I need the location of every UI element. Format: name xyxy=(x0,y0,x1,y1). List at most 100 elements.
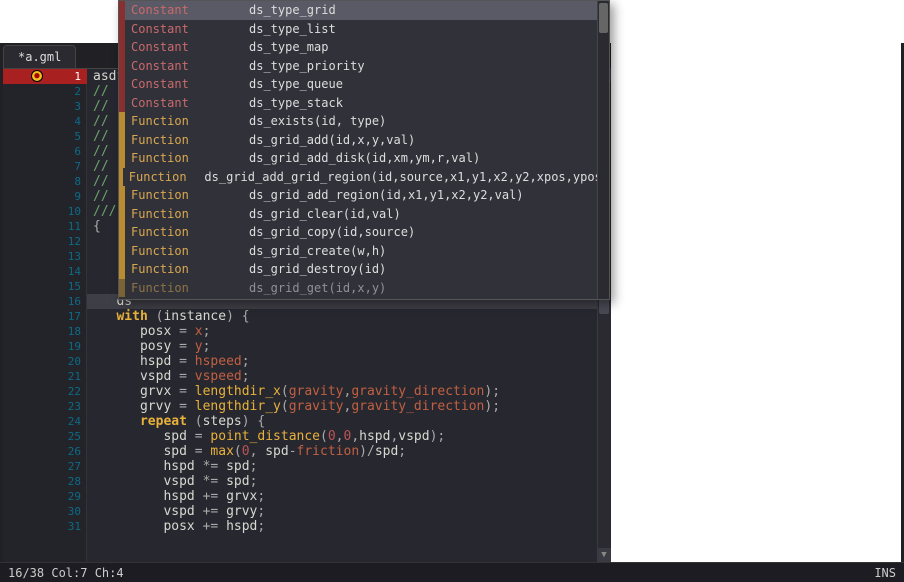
line-number[interactable]: 17 xyxy=(3,309,87,324)
line-number[interactable]: 25 xyxy=(3,429,87,444)
line-number[interactable]: 10 xyxy=(3,204,87,219)
autocomplete-item[interactable]: Functionds_grid_copy(id,source) xyxy=(119,223,609,242)
autocomplete-item[interactable]: Constantds_type_stack xyxy=(119,94,609,113)
line-number[interactable]: 16 xyxy=(3,294,87,309)
code-line[interactable]: 30 vspd += grvy; xyxy=(3,504,611,519)
line-number[interactable]: 13 xyxy=(3,249,87,264)
code-content[interactable] xyxy=(87,249,93,264)
line-number[interactable]: 4 xyxy=(3,114,87,129)
code-content[interactable]: hspd *= spd; xyxy=(87,459,257,474)
line-number[interactable]: 19 xyxy=(3,339,87,354)
autocomplete-item[interactable]: Constantds_type_queue xyxy=(119,75,609,94)
code-line[interactable]: 19 posy = y; xyxy=(3,339,611,354)
line-number[interactable]: 14 xyxy=(3,264,87,279)
code-content[interactable]: spd = max(0, spd-friction)/spd; xyxy=(87,444,406,459)
line-number[interactable]: 18 xyxy=(3,324,87,339)
code-content[interactable]: // xyxy=(87,189,109,204)
code-line[interactable]: 26 spd = max(0, spd-friction)/spd; xyxy=(3,444,611,459)
autocomplete-item[interactable]: Functionds_grid_destroy(id) xyxy=(119,260,609,279)
line-number[interactable]: 6 xyxy=(3,144,87,159)
code-line[interactable]: 25 spd = point_distance(0,0,hspd,vspd); xyxy=(3,429,611,444)
code-content[interactable]: // xyxy=(87,144,109,159)
line-number[interactable]: 31 xyxy=(3,519,87,534)
code-content[interactable]: spd = point_distance(0,0,hspd,vspd); xyxy=(87,429,445,444)
scroll-down-button[interactable]: ▼ xyxy=(597,548,611,562)
line-number[interactable]: 23 xyxy=(3,399,87,414)
autocomplete-item[interactable]: Constantds_type_grid xyxy=(119,1,609,20)
autocomplete-list[interactable]: Constantds_type_gridConstantds_type_list… xyxy=(119,1,609,297)
code-content[interactable]: repeat (steps) { xyxy=(87,414,265,429)
autocomplete-item[interactable]: Functionds_grid_clear(id,val) xyxy=(119,205,609,224)
file-tab[interactable]: *a.gml xyxy=(3,45,76,68)
code-line[interactable]: 29 hspd += grvx; xyxy=(3,489,611,504)
code-content[interactable]: hspd += grvx; xyxy=(87,489,265,504)
line-number[interactable]: 7 xyxy=(3,159,87,174)
code-content[interactable]: // xyxy=(87,159,109,174)
line-number[interactable]: 11 xyxy=(3,219,87,234)
code-content[interactable]: // xyxy=(87,114,109,129)
code-line[interactable]: 23 grvy = lengthdir_y(gravity,gravity_di… xyxy=(3,399,611,414)
autocomplete-scroll-thumb[interactable] xyxy=(599,3,608,33)
code-line[interactable]: 22 grvx = lengthdir_x(gravity,gravity_di… xyxy=(3,384,611,399)
code-content[interactable]: with (instance) { xyxy=(87,309,250,324)
line-number[interactable]: 12 xyxy=(3,234,87,249)
line-number[interactable]: 24 xyxy=(3,414,87,429)
code-content[interactable]: { xyxy=(87,219,101,234)
code-line[interactable]: 27 hspd *= spd; xyxy=(3,459,611,474)
line-number[interactable]: 28 xyxy=(3,474,87,489)
autocomplete-item[interactable]: Functionds_grid_get(id,x,y) xyxy=(119,279,609,298)
code-content[interactable]: // xyxy=(87,99,109,114)
autocomplete-item[interactable]: Functionds_grid_add(id,x,y,val) xyxy=(119,131,609,150)
line-number[interactable]: 8 xyxy=(3,174,87,189)
code-line[interactable]: 31 posx += hspd; xyxy=(3,519,611,534)
code-content[interactable]: grvx = lengthdir_x(gravity,gravity_direc… xyxy=(87,384,500,399)
autocomplete-kind-label: Function xyxy=(125,186,245,205)
line-number[interactable]: 1 xyxy=(3,69,87,84)
code-content[interactable]: vspd *= spd; xyxy=(87,474,257,489)
line-number[interactable]: 27 xyxy=(3,459,87,474)
autocomplete-label: ds_type_list xyxy=(245,20,336,39)
code-line[interactable]: 17 with (instance) { xyxy=(3,309,611,324)
autocomplete-item[interactable]: Functionds_grid_add_grid_region(id,sourc… xyxy=(119,168,609,187)
code-line[interactable]: 24 repeat (steps) { xyxy=(3,414,611,429)
autocomplete-item[interactable]: Functionds_grid_add_region(id,x1,y1,x2,y… xyxy=(119,186,609,205)
line-number[interactable]: 9 xyxy=(3,189,87,204)
code-content[interactable]: vspd = vspeed; xyxy=(87,369,250,384)
line-number[interactable]: 5 xyxy=(3,129,87,144)
autocomplete-item[interactable]: Functionds_grid_add_disk(id,xm,ym,r,val) xyxy=(119,149,609,168)
autocomplete-item[interactable]: Constantds_type_list xyxy=(119,20,609,39)
code-line[interactable]: 18 posx = x; xyxy=(3,324,611,339)
line-number[interactable]: 2 xyxy=(3,84,87,99)
autocomplete-popup[interactable]: Constantds_type_gridConstantds_type_list… xyxy=(118,0,610,300)
code-line[interactable]: 21 vspd = vspeed; xyxy=(3,369,611,384)
line-number[interactable]: 21 xyxy=(3,369,87,384)
autocomplete-item[interactable]: Functionds_exists(id, type) xyxy=(119,112,609,131)
code-content[interactable]: // xyxy=(87,129,109,144)
code-content[interactable] xyxy=(87,279,93,294)
autocomplete-scrollbar[interactable] xyxy=(597,1,609,299)
code-content[interactable] xyxy=(87,264,93,279)
code-content[interactable] xyxy=(87,234,93,249)
line-number[interactable]: 22 xyxy=(3,384,87,399)
code-line[interactable]: 28 vspd *= spd; xyxy=(3,474,611,489)
line-number[interactable]: 29 xyxy=(3,489,87,504)
line-number[interactable]: 3 xyxy=(3,99,87,114)
autocomplete-item[interactable]: Constantds_type_map xyxy=(119,38,609,57)
autocomplete-item[interactable]: Constantds_type_priority xyxy=(119,57,609,76)
line-number[interactable]: 20 xyxy=(3,354,87,369)
code-content[interactable]: posy = y; xyxy=(87,339,210,354)
code-line[interactable]: 20 hspd = hspeed; xyxy=(3,354,611,369)
error-icon[interactable]: ● xyxy=(31,70,43,82)
code-content[interactable]: hspd = hspeed; xyxy=(87,354,250,369)
code-content[interactable]: vspd += grvy; xyxy=(87,504,265,519)
code-content[interactable]: // xyxy=(87,174,109,189)
code-content[interactable]: posx = x; xyxy=(87,324,210,339)
autocomplete-item[interactable]: Functionds_grid_create(w,h) xyxy=(119,242,609,261)
line-number[interactable]: 15 xyxy=(3,279,87,294)
line-number[interactable]: 26 xyxy=(3,444,87,459)
code-content[interactable]: // xyxy=(87,84,109,99)
code-content[interactable]: /// xyxy=(87,204,116,219)
code-content[interactable]: grvy = lengthdir_y(gravity,gravity_direc… xyxy=(87,399,500,414)
code-content[interactable]: posx += hspd; xyxy=(87,519,265,534)
line-number[interactable]: 30 xyxy=(3,504,87,519)
